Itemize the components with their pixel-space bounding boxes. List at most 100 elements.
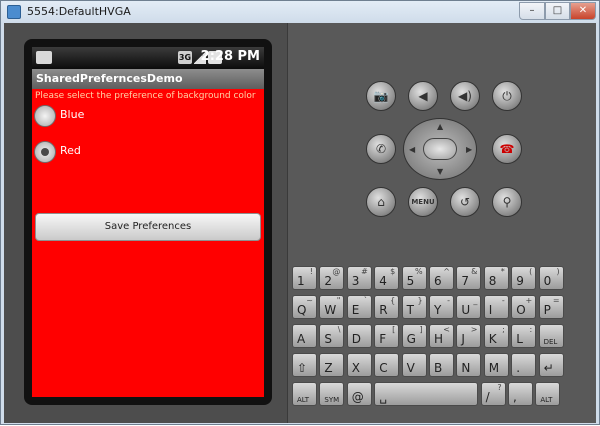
key-alt-label: _ xyxy=(473,296,478,305)
close-button[interactable]: ✕ xyxy=(570,2,596,20)
key-row5-1[interactable]: SYM xyxy=(319,382,345,406)
key-row3-6[interactable]: J > xyxy=(456,324,482,348)
key-row5-5[interactable]: , xyxy=(508,382,533,406)
dpad-right-icon[interactable]: ▶ xyxy=(466,145,472,154)
key-main-label: E xyxy=(351,303,360,317)
key-alt-label: # xyxy=(361,267,368,276)
key-alt-label: - xyxy=(501,296,505,305)
key-row1-7[interactable]: 8 * xyxy=(483,266,509,290)
key-main-label: ␣ xyxy=(379,390,387,404)
key-row2-6[interactable]: U _ xyxy=(456,295,482,319)
key-alt-label: { xyxy=(390,296,396,305)
key-main-label: K xyxy=(488,332,497,346)
key-row2-7[interactable]: I- xyxy=(483,295,509,319)
key-row3-7[interactable]: K; xyxy=(483,324,509,348)
key-main-label: 5 xyxy=(406,274,415,288)
key-row3-5[interactable]: H < xyxy=(429,324,454,348)
key-row3-3[interactable]: F[ xyxy=(374,324,400,348)
key-row4-8[interactable]: . xyxy=(511,353,537,377)
title-bar[interactable]: 5554:DefaultHVGA – □ ✕ xyxy=(1,1,599,23)
maximize-button[interactable]: □ xyxy=(545,2,570,20)
key-alt-label: ~ xyxy=(306,296,313,305)
key-main-label: Q xyxy=(297,303,307,317)
key-row4-1[interactable]: Z xyxy=(319,353,345,377)
key-alt-label: : xyxy=(529,325,533,334)
minimize-button[interactable]: – xyxy=(519,2,545,20)
dpad-up-icon[interactable]: ▲ xyxy=(437,122,443,131)
key-row1-1[interactable]: 2 @ xyxy=(319,266,345,290)
key-row2-2[interactable]: E ` xyxy=(346,295,372,319)
radio-blue[interactable]: Blue xyxy=(32,103,264,131)
device-screen: 3G 2:28 PM SharedPreferncesDemo Please s… xyxy=(32,47,264,397)
key-row2-9[interactable]: P = xyxy=(538,295,564,319)
key-row5-4[interactable]: /? xyxy=(480,382,506,406)
network-3g-icon: 3G xyxy=(178,51,192,64)
key-row5-0[interactable]: ALT xyxy=(292,382,317,406)
key-row4-0[interactable]: ⇧ xyxy=(292,353,317,377)
menu-button[interactable]: MENU xyxy=(408,187,438,217)
key-main-label: R xyxy=(379,303,388,317)
dpad-down-icon[interactable]: ▼ xyxy=(437,167,443,176)
radio-circle[interactable] xyxy=(34,105,56,127)
key-row2-3[interactable]: R{ xyxy=(374,295,400,319)
emulator-controls-panel: 📷 ◀ ◀) ⏻ ✆ ▲ ▼ ◀ ▶ ☎ ⌂ MENU ↺ ⚲ 1! 2 @3 #4 $… xyxy=(287,23,596,423)
home-button[interactable]: ⌂ xyxy=(366,187,396,217)
volume-down-button[interactable]: ◀ xyxy=(408,81,438,111)
app-content: Please select the preference of backgrou… xyxy=(32,89,264,397)
key-row4-2[interactable]: X xyxy=(346,353,372,377)
radio-red[interactable]: Red xyxy=(32,139,264,167)
key-row3-1[interactable]: S \ xyxy=(319,324,345,348)
end-call-button[interactable]: ☎ xyxy=(492,134,522,164)
key-row1-4[interactable]: 5% xyxy=(401,266,427,290)
key-row1-6[interactable]: 7 & xyxy=(456,266,482,290)
key-main-label: H xyxy=(434,332,444,346)
volume-up-button[interactable]: ◀) xyxy=(450,81,480,111)
key-row1-3[interactable]: 4 $ xyxy=(374,266,400,290)
key-row3-0[interactable]: A xyxy=(292,324,317,348)
key-row3-8[interactable]: L: xyxy=(511,324,537,348)
key-main-label: DEL xyxy=(543,338,558,346)
key-row3-9[interactable]: DEL xyxy=(538,324,564,348)
key-row4-3[interactable]: C xyxy=(374,353,400,377)
key-row2-4[interactable]: T} xyxy=(401,295,427,319)
status-time: 2:28 PM xyxy=(200,49,260,64)
key-row4-6[interactable]: N xyxy=(456,353,482,377)
key-main-label: 1 xyxy=(297,274,305,288)
key-main-label: Z xyxy=(324,361,333,375)
key-main-label: 6 xyxy=(434,274,442,288)
key-row5-6[interactable]: ALT xyxy=(535,382,561,406)
prompt-text: Please select the preference of backgrou… xyxy=(35,91,256,101)
key-row4-9[interactable]: ↵ xyxy=(538,353,564,377)
back-button[interactable]: ↺ xyxy=(450,187,480,217)
key-row2-1[interactable]: W " xyxy=(319,295,345,319)
key-row2-0[interactable]: Q ~ xyxy=(292,295,317,319)
call-button[interactable]: ✆ xyxy=(366,134,396,164)
radio-circle[interactable] xyxy=(34,141,56,163)
dpad[interactable]: ▲ ▼ ◀ ▶ xyxy=(403,118,477,180)
dpad-left-icon[interactable]: ◀ xyxy=(409,145,415,154)
key-row1-0[interactable]: 1! xyxy=(292,266,317,290)
key-alt-label: } xyxy=(417,296,423,305)
save-preferences-button[interactable]: Save Preferences xyxy=(35,213,261,241)
key-row1-8[interactable]: 9( xyxy=(511,266,537,290)
key-main-label: I xyxy=(488,303,493,317)
key-row3-2[interactable]: D xyxy=(346,324,372,348)
key-row4-7[interactable]: M xyxy=(483,353,509,377)
key-row2-8[interactable]: O + xyxy=(511,295,537,319)
key-row5-2[interactable]: @ xyxy=(346,382,372,406)
key-alt-label: % xyxy=(414,267,423,276)
key-row1-5[interactable]: 6 ^ xyxy=(429,266,454,290)
power-button[interactable]: ⏻ xyxy=(492,81,522,111)
key-row4-5[interactable]: B xyxy=(429,353,454,377)
key-row1-9[interactable]: 0) xyxy=(538,266,564,290)
key-row1-2[interactable]: 3 # xyxy=(346,266,372,290)
camera-button[interactable]: 📷 xyxy=(366,81,396,111)
radio-label: Blue xyxy=(60,108,85,121)
search-button[interactable]: ⚲ xyxy=(492,187,522,217)
key-main-label: 8 xyxy=(488,274,497,288)
dpad-center-button[interactable] xyxy=(423,138,457,160)
key-row3-4[interactable]: G] xyxy=(401,324,427,348)
key-row4-4[interactable]: V xyxy=(401,353,427,377)
key-row5-3[interactable]: ␣ xyxy=(374,382,479,406)
key-row2-5[interactable]: Y- xyxy=(429,295,454,319)
